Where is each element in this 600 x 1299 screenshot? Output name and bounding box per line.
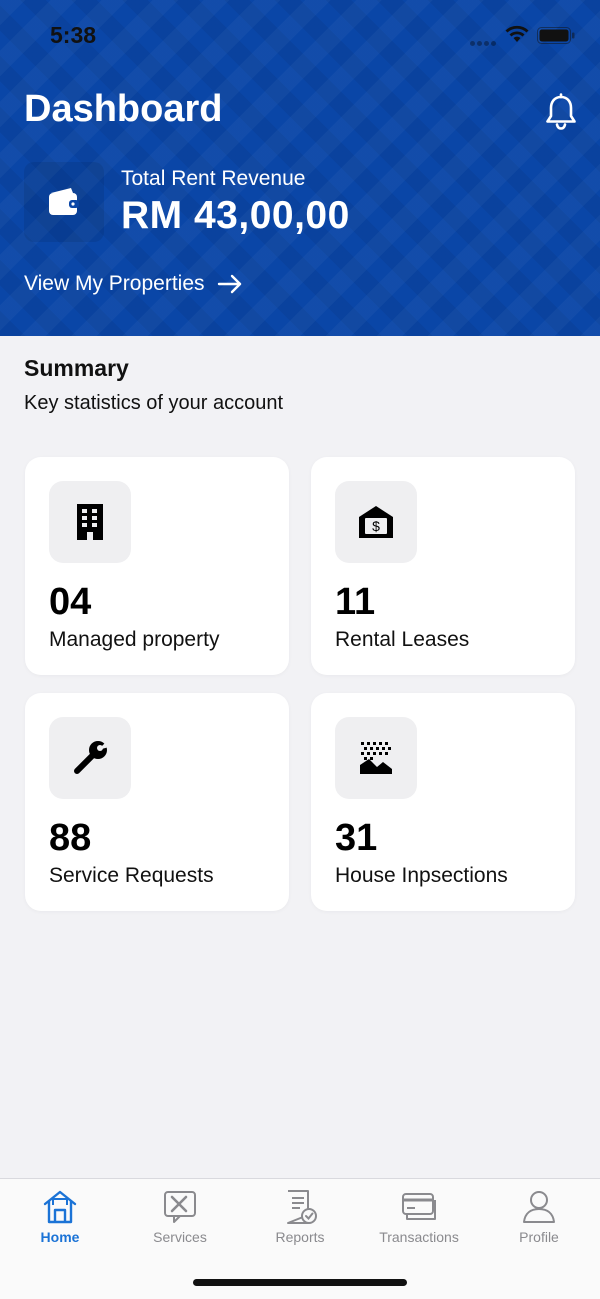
tab-services[interactable]: Services: [120, 1189, 240, 1259]
tab-reports[interactable]: Reports: [240, 1189, 360, 1259]
service-requests-card[interactable]: 88 Service Requests: [25, 693, 289, 911]
card-icon-box: $: [335, 481, 417, 563]
page-title: Dashboard: [24, 88, 223, 130]
tab-label: Transactions: [379, 1229, 459, 1245]
status-time: 5:38: [50, 22, 97, 48]
wallet-icon: [49, 188, 79, 215]
card-value: 04: [49, 581, 92, 623]
signal-dots-icon: [470, 33, 500, 46]
card-icon-box: [49, 717, 131, 799]
card-icon-box: [49, 481, 131, 563]
wifi-icon: [505, 25, 529, 42]
card-icon-box: [335, 717, 417, 799]
summary-title: Summary: [24, 355, 129, 381]
tab-profile[interactable]: Profile: [479, 1189, 599, 1259]
home-indicator: [193, 1279, 407, 1286]
house-dollar-icon: $: [359, 506, 393, 538]
revenue-value: RM 43,00,00: [121, 194, 350, 237]
managed-property-card[interactable]: 04 Managed property: [25, 457, 289, 675]
profile-icon: [523, 1191, 555, 1223]
view-properties-link[interactable]: View My Properties: [24, 270, 243, 298]
tab-label: Services: [153, 1229, 207, 1245]
bell-icon[interactable]: [543, 93, 579, 131]
tab-transactions[interactable]: Transactions: [359, 1189, 479, 1259]
rental-leases-card[interactable]: $ 11 Rental Leases: [311, 457, 575, 675]
landscape-inspection-icon: [360, 742, 392, 774]
card-label: Rental Leases: [335, 628, 470, 651]
services-icon: [164, 1191, 196, 1223]
home-icon: [43, 1190, 77, 1224]
wrench-icon: [74, 741, 109, 774]
transactions-icon: [402, 1193, 436, 1220]
card-label: Service Requests: [49, 864, 214, 887]
house-inspections-card[interactable]: 31 House Inpsections: [311, 693, 575, 911]
tab-home[interactable]: Home: [0, 1189, 120, 1259]
dashboard-header: 5:38 Dashboard Total Rent Revenue RM 43,…: [0, 0, 600, 336]
tab-label: Home: [40, 1229, 80, 1245]
status-bar: 5:38: [0, 0, 600, 70]
revenue-label: Total Rent Revenue: [121, 167, 306, 190]
view-properties-label: View My Properties: [24, 272, 205, 295]
svg-text:$: $: [372, 518, 380, 534]
battery-icon: [537, 27, 575, 44]
card-value: 11: [335, 581, 376, 623]
building-icon: [77, 504, 103, 540]
summary-subtitle: Key statistics of your account: [24, 392, 284, 414]
reports-icon: [287, 1190, 317, 1224]
card-label: House Inpsections: [335, 864, 508, 887]
tab-label: Reports: [275, 1229, 325, 1245]
card-value: 88: [49, 817, 92, 859]
card-label: Managed property: [49, 628, 220, 651]
card-value: 31: [335, 817, 378, 859]
tab-label: Profile: [519, 1229, 559, 1245]
wallet-icon-box: [24, 162, 104, 242]
arrow-right-icon: [217, 274, 241, 294]
